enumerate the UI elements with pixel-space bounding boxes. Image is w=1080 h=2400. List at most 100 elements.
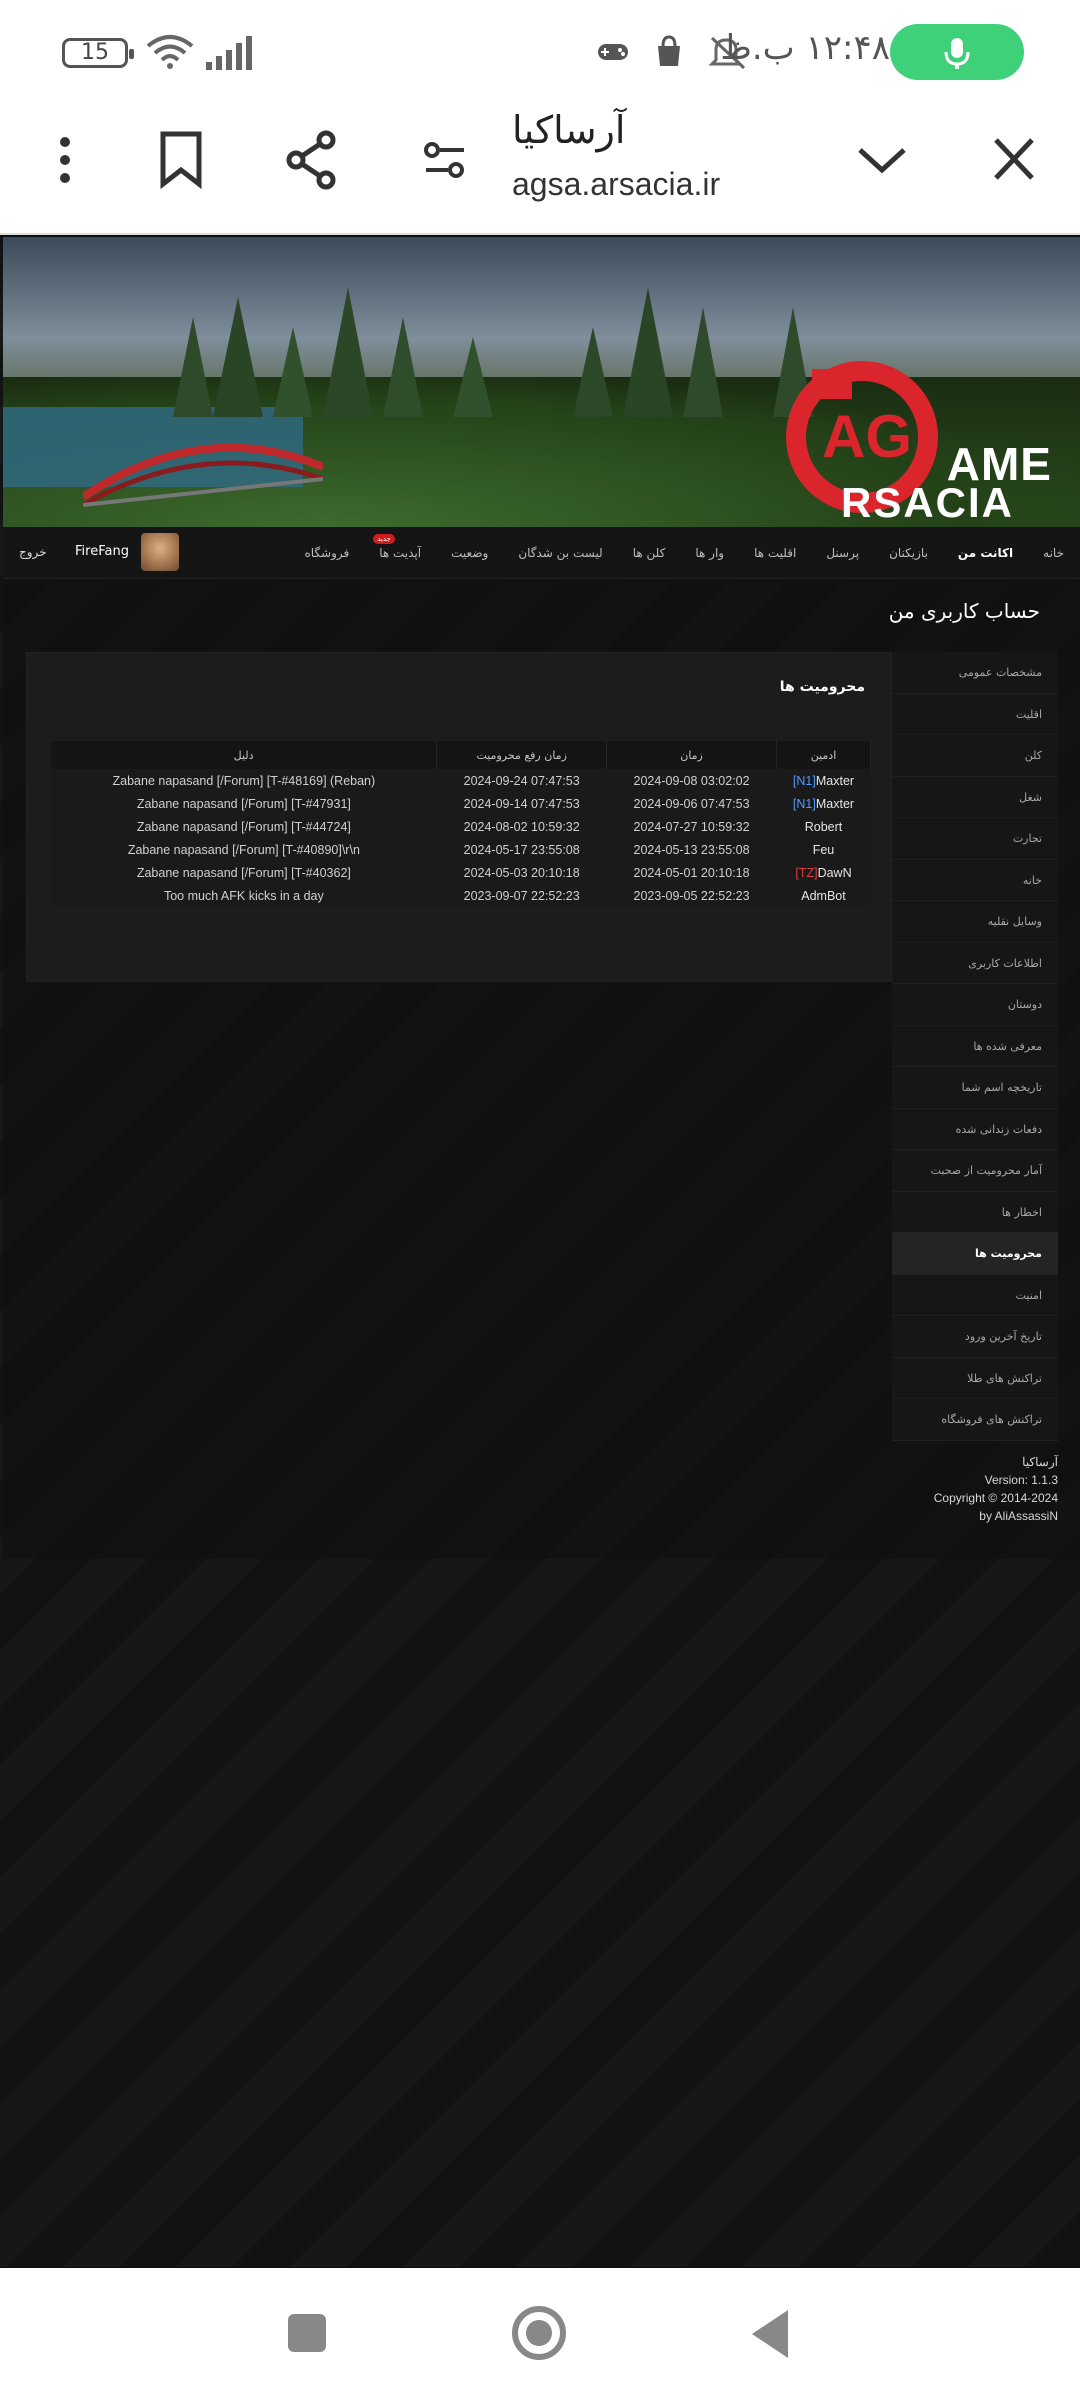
sidebar-item[interactable]: تراکنش های طلا: [892, 1357, 1058, 1399]
ban-admin: AdmBot: [776, 884, 871, 907]
nav-item-label: کلن ها: [632, 546, 666, 560]
bridge-illustration: [83, 443, 323, 507]
admin-tag: [N1]: [792, 796, 816, 811]
battery-indicator: 15: [62, 38, 134, 68]
bookmark-icon[interactable]: [158, 130, 204, 190]
microphone-icon: [944, 38, 970, 69]
column-time: زمان: [606, 741, 777, 769]
bans-title: محرومیت ها: [779, 679, 865, 695]
share-icon[interactable]: [284, 130, 340, 190]
sidebar-item[interactable]: تجارت: [892, 818, 1058, 860]
footer-version: Version: 1.1.3: [984, 1473, 1058, 1487]
more-options-icon[interactable]: [50, 130, 80, 190]
url-bar[interactable]: agsa.arsacia.ir: [512, 166, 720, 203]
column-reason: دلیل: [51, 741, 438, 769]
ban-time: 2024-07-27 10:59:32: [606, 815, 777, 838]
ban-unban-time: 2024-05-03 20:10:18: [436, 861, 607, 884]
sidebar-item[interactable]: خانه: [892, 859, 1058, 901]
recent-apps-button[interactable]: [288, 2314, 326, 2352]
nav-item[interactable]: وضعیت: [451, 546, 488, 560]
nav-item[interactable]: بازیکنان: [889, 546, 928, 560]
sidebar-item[interactable]: معرفی شده ها: [892, 1025, 1058, 1067]
nav-item[interactable]: کلن ها: [633, 546, 666, 560]
account-sidebar: مشخصات عمومی اقلیت کلن شغل تجارت خانه وسایل نق…: [892, 652, 1058, 1441]
sidebar-item[interactable]: اطلاعات کاربری: [892, 942, 1058, 984]
ban-time: 2024-05-13 23:55:08: [606, 838, 777, 861]
admin-name: Maxter: [815, 796, 855, 811]
nav-item[interactable]: پرسنل: [826, 546, 859, 560]
logo-letters: AG: [822, 403, 912, 470]
admin-tag: [N1]: [792, 773, 816, 788]
ban-time: 2023-09-05 22:52:23: [606, 884, 777, 907]
table-row: Zabane napasand [/Forum] [T-#44724] 2024-…: [51, 815, 871, 838]
table-row: Too much AFK kicks in a day 2023-09-07 22…: [51, 884, 871, 907]
sidebar-item[interactable]: دوستان: [892, 984, 1058, 1026]
sidebar-item[interactable]: امنیت: [892, 1274, 1058, 1316]
nav-item-label: اقلیت ها: [754, 546, 797, 560]
back-button[interactable]: [752, 2310, 788, 2358]
sidebar-item[interactable]: وسایل نقلیه: [892, 901, 1058, 943]
nav-item-label: آپدیت ها: [379, 546, 422, 560]
logo-text-arsacia: RSACIA: [840, 479, 1014, 526]
chevron-down-icon[interactable]: [856, 130, 908, 190]
sidebar-item[interactable]: تاریخ آخرین ورود: [892, 1316, 1058, 1358]
ban-admin: Robert: [776, 815, 871, 838]
ban-time: 2024-09-06 07:47:53: [606, 792, 777, 815]
ban-reason: Too much AFK kicks in a day: [51, 884, 437, 907]
clock: ۱۲:۴۸ ب.ظ: [720, 28, 890, 68]
ban-unban-time: 2024-09-24 07:47:53: [436, 769, 607, 792]
signal-icon: [206, 36, 252, 70]
sidebar-item[interactable]: مشخصات عمومی: [892, 652, 1058, 694]
ban-admin: [TZ]DawN: [776, 861, 871, 884]
ban-unban-time: 2024-05-17 23:55:08: [436, 838, 607, 861]
nav-item-label: پرسنل: [826, 546, 860, 560]
nav-item-label: وضعیت: [451, 546, 489, 560]
nav-item[interactable]: آپدیت ها جدید: [373, 534, 422, 560]
admin-name: DawN: [817, 865, 852, 880]
ban-unban-time: 2024-09-14 07:47:53: [436, 792, 607, 815]
column-unban-time: زمان رفع محرومیت: [436, 741, 608, 769]
microphone-indicator[interactable]: [890, 24, 1024, 80]
account-heading: حساب کاربری من: [888, 599, 1040, 623]
wifi-icon: [146, 35, 194, 69]
sidebar-item[interactable]: تاریخچه اسم شما: [892, 1067, 1058, 1109]
nav-item-label: اکانت من: [957, 546, 1014, 560]
site-footer: آرساکیا Version: 1.1.3 Copyright © 2014-…: [934, 1453, 1058, 1525]
shopping-bag-icon: [658, 35, 680, 66]
sidebar-item[interactable]: شغل: [892, 776, 1058, 818]
nav-item[interactable]: خانه: [1043, 546, 1064, 560]
sidebar-item[interactable]: دفعات زندانی شده: [892, 1108, 1058, 1150]
nav-item[interactable]: فروشگاه: [304, 546, 349, 560]
nav-item[interactable]: اکانت من: [958, 546, 1013, 560]
table-row: Zabane napasand [/Forum] [T-#40362] 2024-…: [51, 861, 871, 884]
site-settings-icon[interactable]: [422, 130, 468, 190]
main-navigation: خانه اکانت من بازیکنان پرسنل اقلیت ها وار ها ک…: [3, 527, 1080, 579]
nav-item[interactable]: وار ها: [695, 546, 724, 560]
nav-item-label: بازیکنان: [889, 546, 928, 560]
column-admin: ادمین: [776, 741, 871, 769]
avatar[interactable]: [141, 533, 179, 571]
nav-item[interactable]: اقلیت ها: [754, 546, 796, 560]
nav-item[interactable]: لیست بن شدگان: [518, 546, 602, 560]
web-page: AG AME RSACIA خانه اکانت من بازیکنان پرسنل ا…: [0, 237, 1080, 2267]
ban-unban-time: 2024-08-02 10:59:32: [436, 815, 607, 838]
sidebar-item[interactable]: تراکنش های فروشگاه: [892, 1399, 1058, 1441]
footer-site-name: آرساکیا: [1022, 1455, 1058, 1469]
close-icon[interactable]: [992, 130, 1036, 190]
ban-admin: Feu: [776, 838, 871, 861]
sidebar-item[interactable]: محرومیت ها: [892, 1233, 1058, 1275]
bans-table: دلیل زمان رفع محرومیت زمان ادمین Zabane …: [51, 741, 871, 907]
sidebar-item[interactable]: اقلیت: [892, 693, 1058, 735]
user-name[interactable]: FireFang: [75, 544, 129, 559]
nav-item-label: فروشگاه: [304, 546, 350, 560]
ban-reason: Zabane napasand [/Forum] [T-#48169] (Reb…: [51, 769, 437, 792]
sidebar-item[interactable]: اخطار ها: [892, 1191, 1058, 1233]
admin-name: Feu: [812, 842, 835, 857]
home-button[interactable]: [512, 2306, 566, 2360]
logout-link[interactable]: خروج: [19, 545, 47, 559]
sidebar-item[interactable]: کلن: [892, 735, 1058, 777]
ban-time: 2024-05-01 20:10:18: [606, 861, 777, 884]
nav-item-label: لیست بن شدگان: [518, 546, 603, 560]
sidebar-item[interactable]: آمار محرومیت از صحبت: [892, 1150, 1058, 1192]
admin-name: AdmBot: [801, 888, 846, 903]
